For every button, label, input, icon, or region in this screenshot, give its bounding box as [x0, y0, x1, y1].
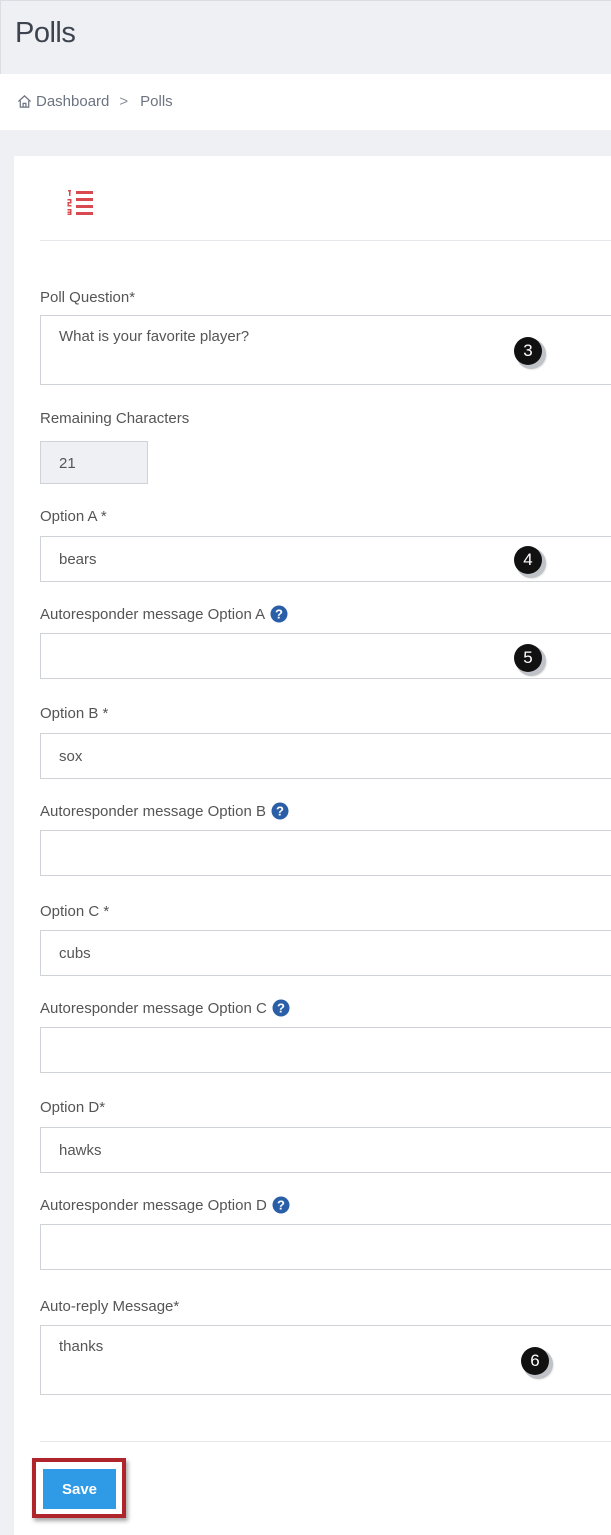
breadcrumb: Dashboard > Polls: [17, 93, 173, 110]
option-c-input[interactable]: cubs: [40, 930, 611, 976]
breadcrumb-current: Polls: [140, 93, 173, 110]
breadcrumb-separator: >: [119, 93, 129, 110]
autoresponder-b-label-text: Autoresponder message Option B: [40, 802, 266, 820]
autoresponder-c-input[interactable]: [40, 1027, 611, 1073]
autoresponder-b-input[interactable]: [40, 830, 611, 876]
card-divider: [40, 240, 611, 241]
question-circle-icon[interactable]: ?: [271, 802, 289, 820]
autoresponder-d-input[interactable]: [40, 1224, 611, 1270]
poll-question-label: Poll Question*: [40, 289, 136, 306]
auto-reply-label: Auto-reply Message*: [40, 1298, 180, 1315]
option-d-label: Option D*: [40, 1099, 106, 1116]
svg-text:?: ?: [277, 1001, 285, 1016]
breadcrumb-dashboard-link[interactable]: Dashboard: [36, 93, 109, 110]
autoresponder-a-label-text: Autoresponder message Option A: [40, 605, 266, 623]
svg-text:?: ?: [275, 607, 283, 622]
autoresponder-a-label: Autoresponder message Option A ?: [40, 605, 288, 623]
option-b-input[interactable]: sox: [40, 733, 611, 779]
option-a-label: Option A *: [40, 508, 107, 525]
save-highlight-box: Save: [32, 1458, 126, 1518]
callout-badge-4: 4: [514, 546, 542, 574]
option-d-input[interactable]: hawks: [40, 1127, 611, 1173]
autoresponder-c-label-text: Autoresponder message Option C: [40, 999, 267, 1017]
callout-badge-3: 3: [514, 337, 542, 365]
svg-text:?: ?: [276, 804, 284, 819]
remaining-characters-label: Remaining Characters: [40, 410, 190, 427]
option-b-label: Option B *: [40, 705, 109, 722]
page-header: Polls: [0, 0, 611, 74]
question-circle-icon[interactable]: ?: [272, 999, 290, 1017]
form-footer-divider: [40, 1441, 611, 1442]
autoresponder-c-label: Autoresponder message Option C ?: [40, 999, 290, 1017]
save-button[interactable]: Save: [43, 1469, 116, 1509]
question-circle-icon[interactable]: ?: [272, 1196, 290, 1214]
autoresponder-b-label: Autoresponder message Option B ?: [40, 802, 289, 820]
callout-badge-5: 5: [514, 644, 542, 672]
autoresponder-d-label: Autoresponder message Option D ?: [40, 1196, 290, 1214]
question-circle-icon[interactable]: ?: [270, 605, 288, 623]
svg-text:?: ?: [277, 1198, 285, 1213]
autoresponder-d-label-text: Autoresponder message Option D: [40, 1196, 267, 1214]
numbered-list-icon: [67, 190, 93, 215]
callout-badge-6: 6: [521, 1347, 549, 1375]
option-c-label: Option C *: [40, 903, 110, 920]
page-title: Polls: [15, 17, 76, 49]
remaining-characters-counter: 21: [40, 441, 148, 484]
home-icon: [17, 95, 32, 108]
